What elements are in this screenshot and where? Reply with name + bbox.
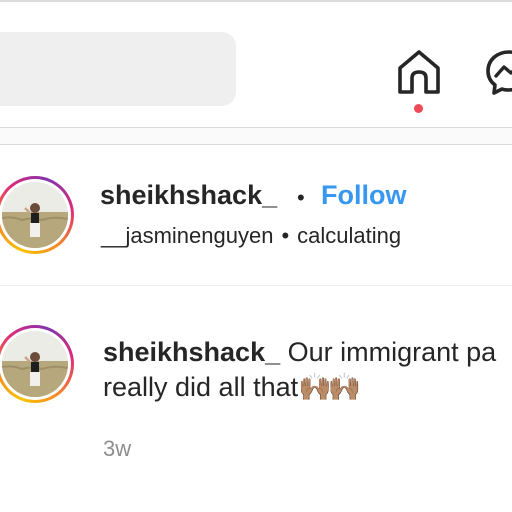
search-input[interactable]: [0, 32, 236, 106]
avatar: [2, 182, 68, 248]
raised-hands-emoji: 🙌🏽🙌🏽: [298, 372, 361, 402]
avatar-photo: [2, 182, 68, 248]
post-header: sheikhshack_ • Follow __jasminenguyen • ca…: [0, 145, 512, 286]
follow-button[interactable]: Follow: [321, 180, 406, 211]
section-divider: [0, 128, 512, 145]
post-username[interactable]: sheikhshack_: [100, 180, 277, 211]
messenger-icon[interactable]: [484, 48, 512, 96]
post-subtitle: __jasminenguyen • calculating: [101, 223, 401, 249]
comment-timestamp[interactable]: 3w: [103, 436, 131, 462]
comment-body: sheikhshack_ Our immigrant pa really did…: [103, 335, 512, 405]
tagged-user-link[interactable]: __jasminenguyen: [101, 223, 273, 248]
comment-avatar[interactable]: [0, 325, 74, 403]
avatar: [2, 331, 68, 397]
avatar-photo: [2, 331, 68, 397]
separator-dot: •: [281, 223, 290, 248]
active-tab-indicator: [414, 104, 423, 113]
home-icon[interactable]: [394, 48, 444, 96]
comment-text-line2: really did all that: [103, 372, 299, 402]
separator-dot: •: [297, 185, 305, 210]
top-navigation-bar: [0, 0, 512, 128]
comment-username[interactable]: sheikhshack_: [103, 337, 280, 367]
comment-text-line1: Our immigrant pa: [287, 337, 497, 367]
location-text[interactable]: calculating: [297, 223, 401, 248]
story-avatar[interactable]: [0, 176, 74, 254]
